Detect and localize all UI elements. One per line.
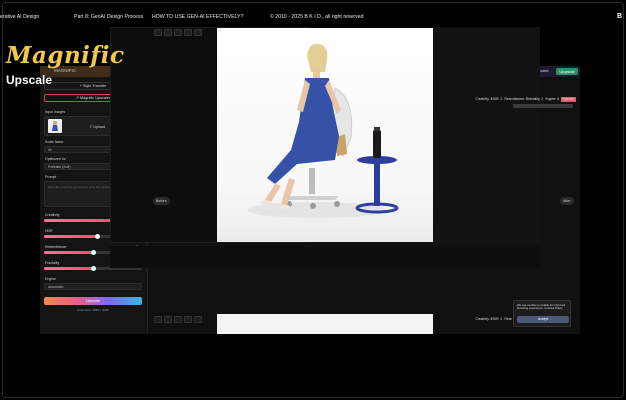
resemblance-label: Resemblance xyxy=(45,245,67,249)
input-thumbnail xyxy=(48,119,62,133)
presenter-logo: B xyxy=(617,13,623,20)
copyright-text: © 2010 - 2025 B K I D., all right reserv… xyxy=(270,14,364,20)
upscale-button[interactable]: Upscale xyxy=(44,297,142,305)
second-result-strip xyxy=(110,246,540,268)
tool-copy-icon[interactable] xyxy=(184,29,192,36)
second-result-photo xyxy=(217,314,433,334)
brand-title: Magnific xyxy=(6,42,125,69)
engine-label: Engine xyxy=(45,277,56,281)
prompt-label: Prompt xyxy=(45,175,57,179)
after-label[interactable]: After xyxy=(560,197,574,205)
presentation-topbar: erative AI Design Part 8: GenAI Design P… xyxy=(0,14,626,24)
after-pane[interactable] xyxy=(433,27,540,243)
before-label[interactable]: Before xyxy=(153,197,170,205)
tool-download-icon[interactable] xyxy=(174,29,182,36)
upscaled-photo xyxy=(217,28,433,242)
info-bar xyxy=(513,104,573,108)
chip-fractality: Fractality: 2 xyxy=(526,97,543,101)
tool2-copy-icon[interactable] xyxy=(184,316,192,323)
brand-subtitle: Upscale xyxy=(6,73,53,87)
cost-text: Final Size: 4096 x 4096 xyxy=(77,308,109,312)
chip-engine: Engine: A xyxy=(545,97,560,101)
input-images-label: Input Images xyxy=(45,110,66,114)
chip2-hdr: HDR: 3 xyxy=(491,317,502,321)
tool2-zoom-icon[interactable] xyxy=(164,316,172,323)
thumbnail-figure-icon xyxy=(52,121,58,131)
chip-upscale: Upscale xyxy=(561,97,576,102)
chip-hdr: HDR: 3 xyxy=(491,97,502,101)
optimized-for-label: Optimized for xyxy=(45,157,66,161)
lesson-title: HOW TO USE GEN-AI EFFECTIVELY? xyxy=(152,14,244,20)
course-title: erative AI Design xyxy=(0,14,40,20)
creativity-label: Creativity xyxy=(45,213,60,217)
tool-zoom-icon[interactable] xyxy=(164,29,172,36)
cookie-banner: We use cookies to enable an improved bro… xyxy=(513,300,571,327)
upload-label: ⇪ Upload xyxy=(89,125,106,129)
scale-factor-label: Scale factor xyxy=(45,140,64,144)
tool2-download-icon[interactable] xyxy=(174,316,182,323)
upgrade-button[interactable]: Upgrade xyxy=(556,67,578,75)
tool-compare-icon[interactable] xyxy=(154,29,162,36)
chip2-resemblance: Rese xyxy=(504,317,512,321)
seated-woman-illustration xyxy=(247,43,399,218)
fractality-label: Fractality xyxy=(45,261,60,265)
hdr-label: HDR xyxy=(45,229,53,233)
cookie-accept-button[interactable]: Accept xyxy=(517,316,569,323)
cookie-text: We use cookies to enable an improved bro… xyxy=(517,303,566,311)
tool2-delete-icon[interactable] xyxy=(194,316,202,323)
engine-select[interactable]: Automatic xyxy=(44,283,142,290)
tool-delete-icon[interactable] xyxy=(194,29,202,36)
prompt-placeholder: Describe anything you wish to drive the … xyxy=(48,185,116,189)
part-title: Part 8: GenAI Design Process xyxy=(74,14,144,20)
tool2-compare-icon[interactable] xyxy=(154,316,162,323)
